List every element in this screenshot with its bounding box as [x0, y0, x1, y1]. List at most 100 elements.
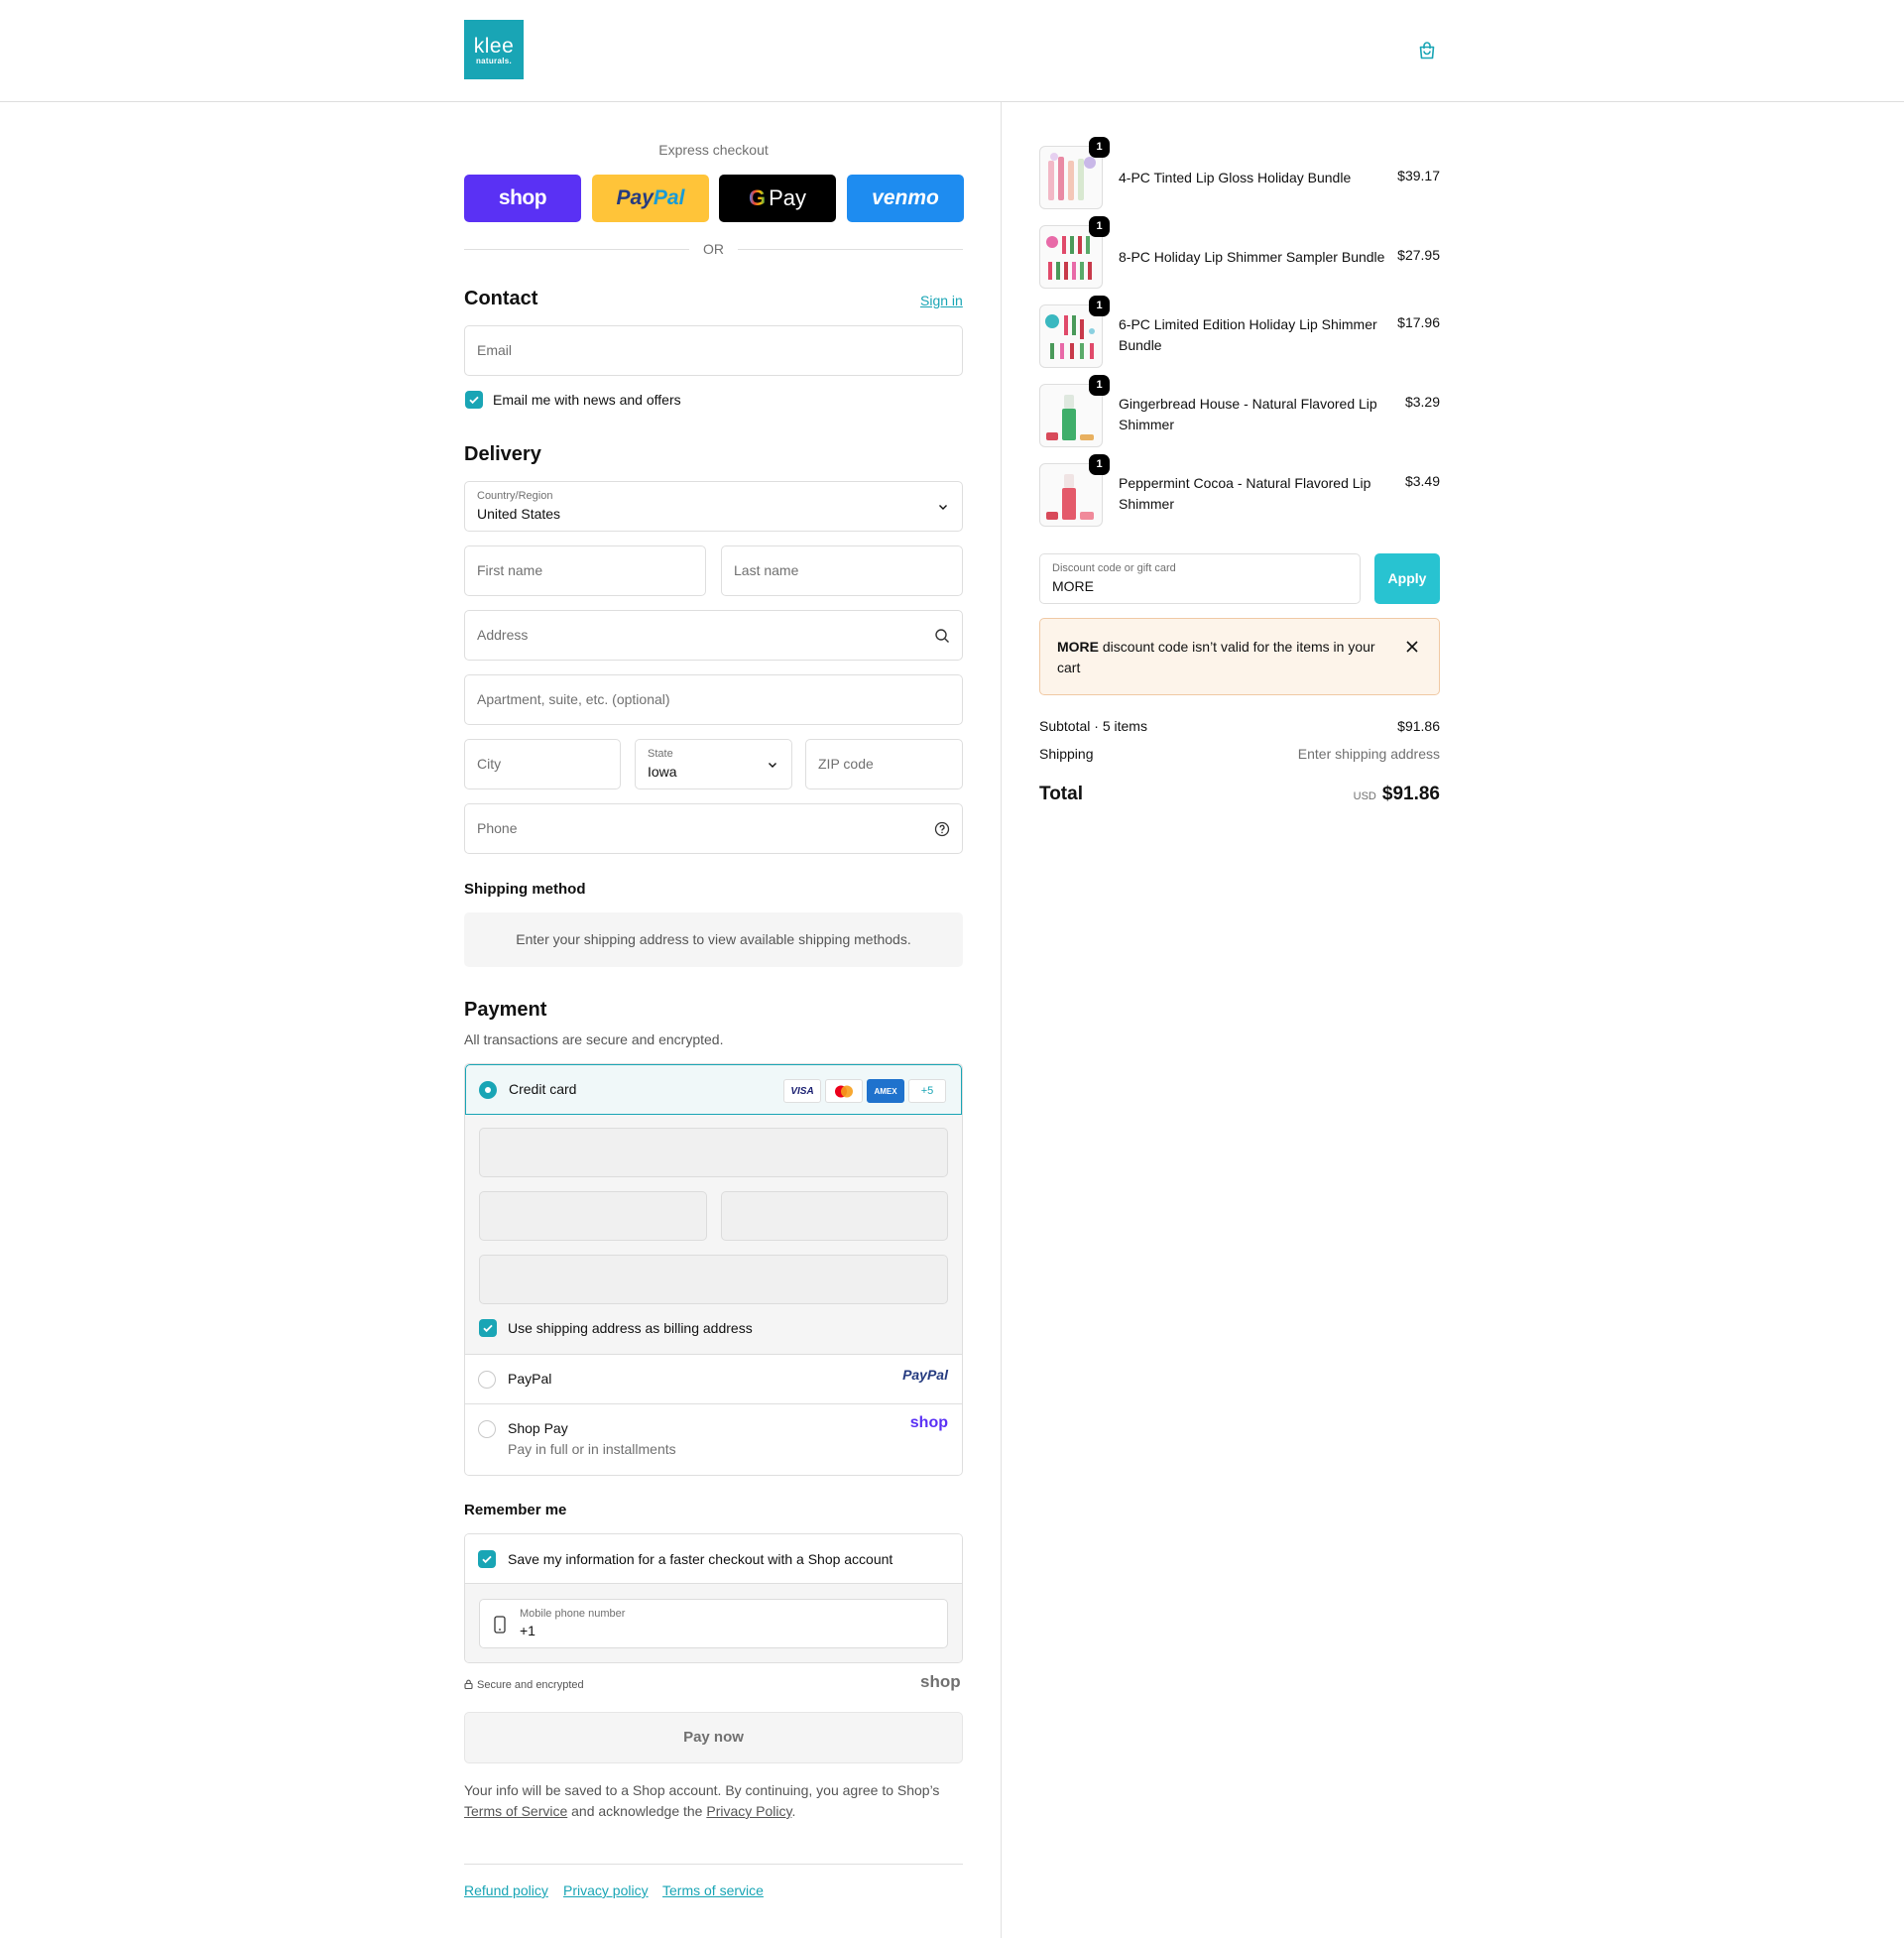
apartment-field[interactable]: Apartment, suite, etc. (optional) — [464, 674, 963, 725]
card-number-field[interactable] — [479, 1128, 948, 1177]
card-expiry-field[interactable] — [479, 1191, 707, 1241]
subtotal-value: $91.86 — [1397, 718, 1440, 734]
legal-text: Your info will be saved to a Shop accoun… — [464, 1782, 940, 1819]
total-label: Total — [1039, 784, 1083, 804]
shipping-value: Enter shipping address — [1297, 746, 1440, 762]
mastercard-icon — [825, 1079, 863, 1103]
checkmark-icon — [469, 396, 479, 405]
google-pay-button[interactable]: G Pay — [719, 175, 836, 222]
shop-pay-option[interactable]: Shop Pay Pay in full or in installments … — [465, 1403, 962, 1475]
first-name-field[interactable]: First name — [464, 545, 706, 596]
item-name: Gingerbread House - Natural Flavored Lip… — [1119, 396, 1377, 432]
product-thumbnail: 1 — [1039, 375, 1110, 447]
help-icon[interactable] — [934, 821, 950, 837]
delivery-heading: Delivery — [464, 443, 541, 465]
terms-of-service-link[interactable]: Terms of service — [662, 1882, 764, 1898]
save-info-checkbox[interactable] — [478, 1550, 496, 1568]
apply-button[interactable]: Apply — [1374, 553, 1440, 604]
credit-card-form: Use shipping address as billing address — [465, 1115, 962, 1354]
paypal-label: PayPal — [508, 1371, 552, 1387]
news-checkbox[interactable] — [465, 391, 483, 409]
payment-heading: Payment — [464, 999, 547, 1021]
currency-label: USD — [1353, 790, 1376, 802]
amex-icon: AMEX — [867, 1079, 904, 1103]
email-field[interactable]: Email — [464, 325, 963, 376]
shipping-row: Shipping Enter shipping address — [1039, 746, 1440, 762]
shop-pay-radio[interactable] — [478, 1420, 496, 1438]
total-row: Total USD $91.86 — [1039, 784, 1440, 807]
chevron-down-icon — [769, 763, 776, 768]
billing-checkbox[interactable] — [479, 1319, 497, 1337]
shop-privacy-link[interactable]: Privacy Policy — [706, 1803, 791, 1819]
item-price: $17.96 — [1397, 314, 1440, 330]
item-price: $3.49 — [1404, 473, 1440, 489]
cart-item: 1 4-PC Tinted Lip Gloss Holiday Bundle $… — [1039, 137, 1440, 211]
checkmark-icon — [482, 1555, 492, 1564]
secure-note: Secure and encrypted — [464, 1679, 584, 1691]
city-field[interactable]: City — [464, 739, 621, 789]
chevron-down-icon — [939, 505, 947, 510]
item-name: 6-PC Limited Edition Holiday Lip Shimmer… — [1119, 316, 1377, 353]
privacy-policy-link[interactable]: Privacy policy — [563, 1882, 649, 1898]
shop-pay-button[interactable]: shop — [464, 175, 581, 222]
paypal-button[interactable]: Pay Pal — [592, 175, 709, 222]
shop-pay-label: Shop Pay — [508, 1420, 568, 1436]
mobile-phone-field[interactable]: Mobile phone number +1 — [479, 1599, 948, 1648]
cart-item: 1 Peppermint Cocoa - Natural Flavored Li… — [1039, 454, 1440, 529]
or-divider: OR — [464, 241, 963, 257]
shipping-method-info: Enter your shipping address to view avai… — [464, 912, 963, 967]
express-checkout-label: Express checkout — [658, 142, 769, 158]
shop-terms-link[interactable]: Terms of Service — [464, 1803, 567, 1819]
refund-policy-link[interactable]: Refund policy — [464, 1882, 548, 1898]
header: klee naturals. — [0, 0, 1904, 102]
visa-icon: VISA — [783, 1079, 821, 1103]
column-divider — [1001, 102, 1002, 1938]
shop-pay-subtitle: Pay in full or in installments — [508, 1441, 676, 1457]
item-name: 8-PC Holiday Lip Shimmer Sampler Bundle — [1119, 249, 1385, 265]
phone-field[interactable]: Phone — [464, 803, 963, 854]
lock-icon — [464, 1679, 473, 1690]
pay-now-button[interactable]: Pay now — [464, 1712, 963, 1763]
product-thumbnail: 1 — [1039, 216, 1110, 289]
address-field[interactable]: Address — [464, 610, 963, 661]
quantity-badge: 1 — [1089, 137, 1110, 158]
shopping-bag-icon[interactable] — [1417, 41, 1437, 61]
credit-card-label: Credit card — [509, 1081, 577, 1097]
item-price: $3.29 — [1404, 394, 1440, 410]
sign-in-link[interactable]: Sign in — [920, 293, 963, 308]
more-cards-badge: +5 — [908, 1079, 946, 1103]
shipping-label: Shipping — [1039, 746, 1094, 762]
subtotal-label: Subtotal · 5 items — [1039, 718, 1147, 734]
item-price: $27.95 — [1397, 247, 1440, 263]
paypal-option[interactable]: PayPal PayPal — [465, 1354, 962, 1403]
country-select[interactable]: Country/Region United States — [464, 481, 963, 532]
item-name: 4-PC Tinted Lip Gloss Holiday Bundle — [1119, 170, 1352, 185]
card-name-field[interactable] — [479, 1255, 948, 1304]
cart-item: 1 6-PC Limited Edition Holiday Lip Shimm… — [1039, 296, 1440, 370]
discount-code-field[interactable]: Discount code or gift card MORE — [1039, 553, 1361, 604]
shop-pay-logo: shop — [909, 1414, 948, 1431]
zip-field[interactable]: ZIP code — [805, 739, 963, 789]
last-name-field[interactable]: Last name — [721, 545, 963, 596]
mobile-phone-icon — [494, 1616, 506, 1634]
close-icon[interactable] — [1405, 640, 1419, 654]
item-price: $39.17 — [1397, 168, 1440, 183]
remember-me-box: Save my information for a faster checkou… — [464, 1533, 963, 1663]
contact-heading: Contact — [464, 288, 538, 309]
search-icon — [935, 629, 949, 643]
store-logo[interactable]: klee naturals. — [464, 20, 524, 79]
remember-me-heading: Remember me — [464, 1502, 567, 1518]
state-select[interactable]: State Iowa — [635, 739, 792, 789]
credit-card-radio[interactable] — [479, 1081, 497, 1099]
credit-card-option[interactable]: Credit card VISA AMEX +5 — [465, 1064, 962, 1115]
discount-error-banner: MORE discount code isn’t valid for the i… — [1039, 618, 1440, 695]
news-checkbox-label: Email me with news and offers — [493, 392, 681, 408]
paypal-radio[interactable] — [478, 1371, 496, 1389]
quantity-badge: 1 — [1089, 216, 1110, 237]
cart-item: 1 Gingerbread House - Natural Flavored L… — [1039, 375, 1440, 449]
item-name: Peppermint Cocoa - Natural Flavored Lip … — [1119, 475, 1371, 512]
product-thumbnail: 1 — [1039, 137, 1110, 209]
venmo-button[interactable]: venmo — [847, 175, 964, 222]
card-cvv-field[interactable] — [721, 1191, 948, 1241]
billing-checkbox-label: Use shipping address as billing address — [508, 1320, 753, 1336]
